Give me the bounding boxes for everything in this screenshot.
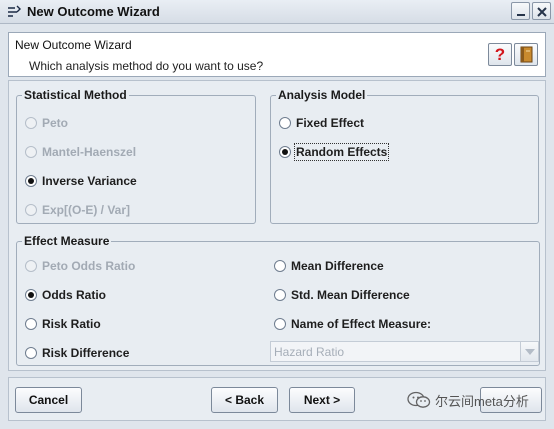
model-option-random-effects[interactable]: Random Effects (279, 143, 390, 161)
radio-label: Risk Difference (42, 346, 130, 360)
cancel-button[interactable]: Cancel (15, 387, 82, 413)
book-icon (520, 46, 533, 63)
radio-label: Mantel-Haenszel (42, 145, 137, 159)
radio-button[interactable] (274, 289, 286, 301)
effect-option-peto-odds-ratio[interactable]: Peto Odds Ratio (25, 258, 135, 274)
statistical-method-legend: Statistical Method (22, 88, 129, 102)
radio-label: Peto Odds Ratio (42, 259, 136, 273)
wizard-footer: Cancel < Back Next > 尔云间meta分析 (8, 377, 546, 421)
book-button[interactable] (514, 43, 538, 66)
combo-value: Hazard Ratio (274, 345, 345, 359)
radio-label: Name of Effect Measure: (291, 317, 432, 331)
analysis-model-group: Analysis Model Fixed Effect Random Effec… (270, 88, 539, 224)
back-button[interactable]: < Back (211, 387, 278, 413)
radio-button[interactable] (25, 204, 37, 216)
radio-label: Std. Mean Difference (291, 288, 410, 302)
radio-button[interactable] (279, 117, 291, 129)
analysis-model-legend: Analysis Model (276, 88, 368, 102)
close-button[interactable] (532, 2, 551, 20)
radio-label: Exp[(O-E) / Var] (42, 203, 131, 217)
effect-option-custom-name[interactable]: Name of Effect Measure: (274, 316, 431, 332)
back-button-label: < Back (224, 393, 265, 407)
close-icon (537, 7, 547, 17)
header-title: New Outcome Wizard (15, 38, 132, 52)
effect-option-mean-difference[interactable]: Mean Difference (274, 258, 384, 274)
radio-button[interactable] (274, 318, 286, 330)
chevron-down-icon (525, 349, 535, 355)
model-option-fixed-effect[interactable]: Fixed Effect (279, 115, 364, 131)
header-subtitle: Which analysis method do you want to use… (29, 59, 264, 73)
radio-label: Risk Ratio (42, 317, 101, 331)
effect-option-odds-ratio[interactable]: Odds Ratio (25, 287, 106, 303)
radio-button[interactable] (279, 146, 291, 158)
radio-label: Odds Ratio (42, 288, 107, 302)
minimize-icon (517, 14, 525, 16)
radio-button[interactable] (274, 260, 286, 272)
radio-button[interactable] (25, 289, 37, 301)
radio-button[interactable] (25, 318, 37, 330)
effect-measure-legend: Effect Measure (22, 234, 112, 248)
method-option-exp-oe-var[interactable]: Exp[(O-E) / Var] (25, 202, 130, 218)
radio-label: Mean Difference (291, 259, 384, 273)
method-option-peto[interactable]: Peto (25, 115, 68, 131)
wizard-app-icon (8, 5, 21, 17)
radio-label: Random Effects (293, 143, 390, 161)
statistical-method-group: Statistical Method Peto Mantel-Haenszel … (16, 88, 256, 224)
radio-button[interactable] (25, 117, 37, 129)
radio-button[interactable] (25, 347, 37, 359)
title-bar: New Outcome Wizard (0, 0, 554, 24)
next-button[interactable]: Next > (289, 387, 355, 413)
effect-measure-name-combo[interactable]: Hazard Ratio (270, 341, 539, 362)
wizard-header: New Outcome Wizard Which analysis method… (8, 32, 546, 77)
help-button[interactable]: ? (488, 43, 512, 66)
method-option-inverse-variance[interactable]: Inverse Variance (25, 173, 137, 189)
wechat-icon (407, 391, 431, 408)
watermark: 尔云间meta分析 (407, 390, 529, 410)
radio-label: Fixed Effect (296, 116, 365, 130)
cancel-button-label: Cancel (28, 393, 69, 407)
effect-option-std-mean-difference[interactable]: Std. Mean Difference (274, 287, 410, 303)
radio-label: Peto (42, 116, 69, 130)
effect-option-risk-difference[interactable]: Risk Difference (25, 345, 129, 361)
watermark-text: 尔云间meta分析 (435, 393, 529, 409)
method-option-mantel-haenszel[interactable]: Mantel-Haenszel (25, 144, 136, 160)
radio-button[interactable] (25, 146, 37, 158)
help-icon: ? (494, 45, 506, 64)
radio-label: Inverse Variance (42, 174, 137, 188)
radio-button[interactable] (25, 260, 37, 272)
combo-dropdown-button[interactable] (520, 342, 538, 361)
window-title: New Outcome Wizard (27, 4, 160, 19)
effect-option-risk-ratio[interactable]: Risk Ratio (25, 316, 101, 332)
main-panel: Statistical Method Peto Mantel-Haenszel … (8, 80, 546, 371)
next-button-label: Next > (303, 393, 341, 407)
minimize-button[interactable] (511, 2, 530, 20)
radio-button[interactable] (25, 175, 37, 187)
